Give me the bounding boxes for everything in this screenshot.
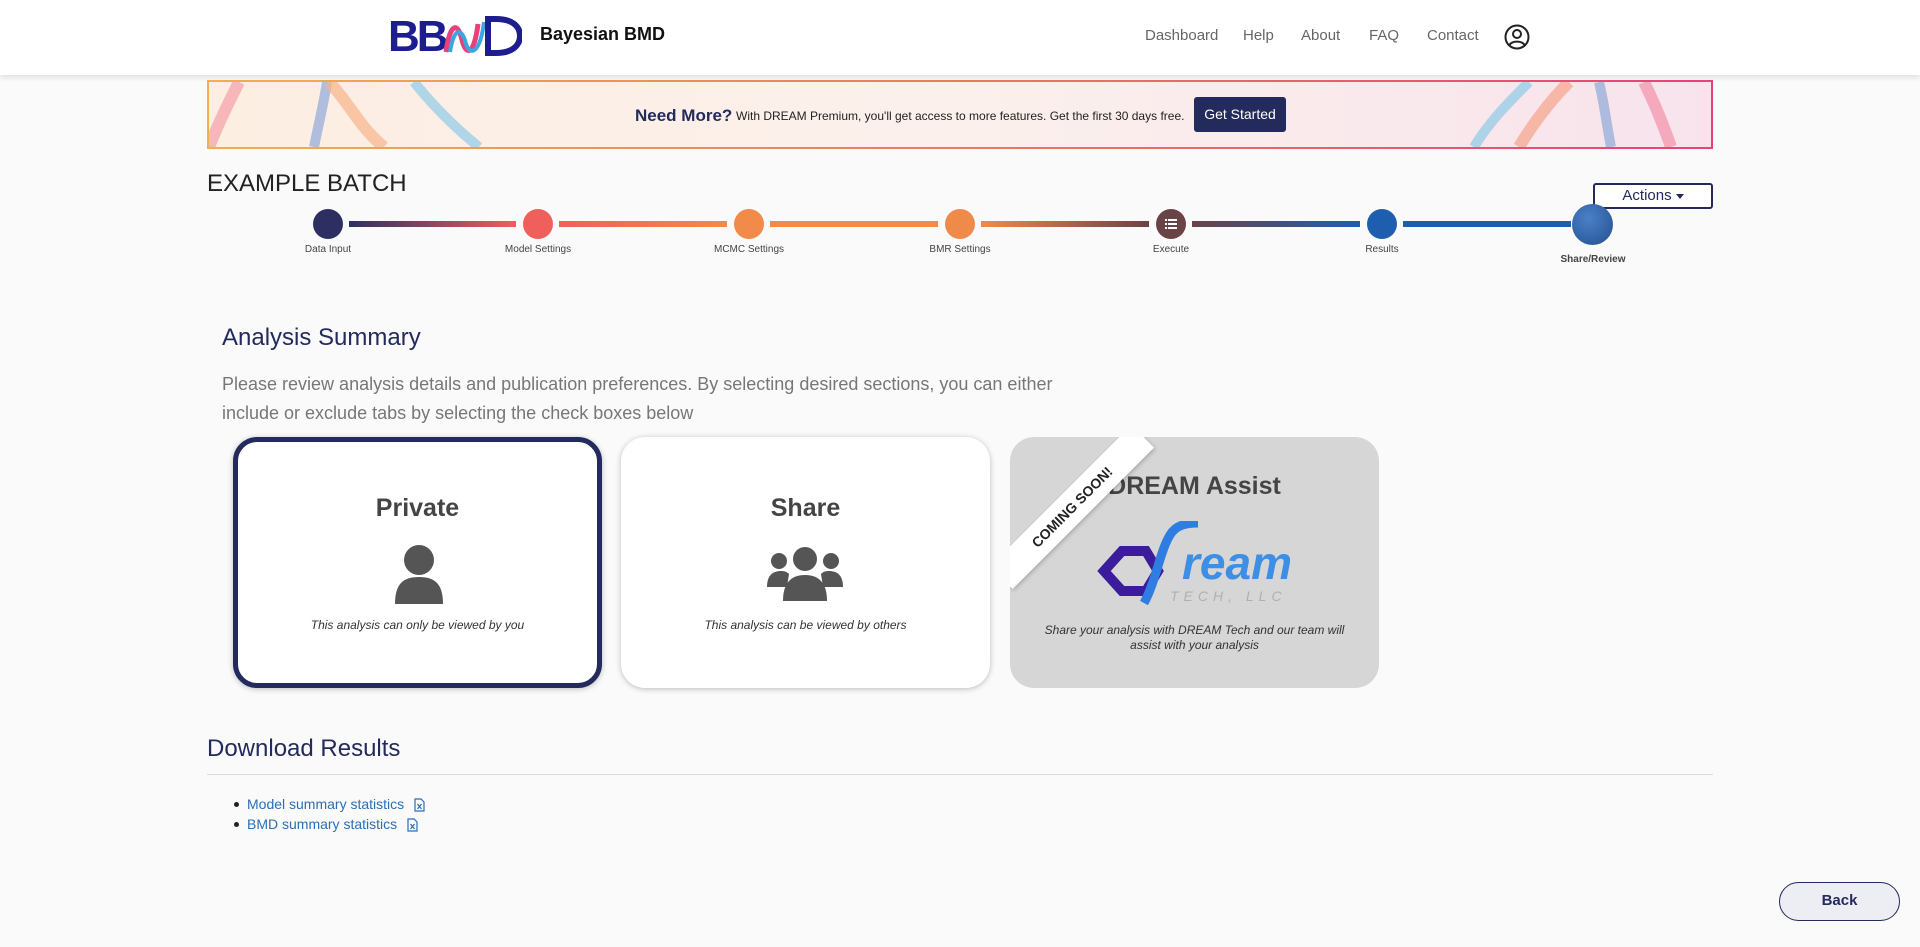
nav-faq[interactable]: FAQ xyxy=(1369,27,1399,44)
back-button[interactable]: Back xyxy=(1779,882,1900,921)
dream-assist-option-card: DREAM Assist COMING SOON! ream TECH, LLC… xyxy=(1010,437,1379,688)
actions-label: Actions xyxy=(1622,187,1672,204)
svg-text:BB: BB xyxy=(388,14,447,56)
get-started-button[interactable]: Get Started xyxy=(1194,97,1286,132)
step-results[interactable] xyxy=(1367,209,1397,239)
dream-tech-logo: ream TECH, LLC xyxy=(1097,521,1292,606)
step-label: Share/Review xyxy=(1560,254,1626,265)
bbmd-logo[interactable]: BB xyxy=(388,14,522,56)
analysis-summary-title: Analysis Summary xyxy=(222,324,421,351)
top-navbar: BB Bayesian BMD Dashboard Help About FAQ… xyxy=(0,0,1920,75)
promo-title: Need More? xyxy=(635,106,733,125)
step-share-review[interactable] xyxy=(1572,204,1613,245)
step-label: Model Settings xyxy=(504,244,572,255)
step-label: Execute xyxy=(1152,244,1190,255)
download-label: Model summary statistics xyxy=(247,796,405,812)
private-option-card[interactable]: Private This analysis can only be viewed… xyxy=(233,437,602,688)
excel-file-icon xyxy=(407,818,418,832)
nav-about[interactable]: About xyxy=(1301,27,1340,44)
card-title: Private xyxy=(375,494,460,522)
bullet xyxy=(234,822,239,827)
step-mcmc-settings[interactable] xyxy=(734,209,764,239)
actions-dropdown-button[interactable]: Actions xyxy=(1593,183,1713,209)
step-connector xyxy=(1403,221,1571,227)
step-label: MCMC Settings xyxy=(713,244,785,255)
divider xyxy=(207,774,1713,775)
analysis-summary-description: Please review analysis details and publi… xyxy=(222,374,1053,423)
bullet xyxy=(234,802,239,807)
download-model-summary-link[interactable]: Model summary statistics xyxy=(234,796,425,812)
logo-wordmark: ream xyxy=(1182,537,1292,589)
promo-text: With DREAM Premium, you'll get access to… xyxy=(736,109,1185,123)
step-data-input[interactable] xyxy=(313,209,343,239)
step-connector xyxy=(1192,221,1360,227)
promo-banner: Need More? With DREAM Premium, you'll ge… xyxy=(207,80,1713,149)
share-option-card[interactable]: Share This analysis can be viewed by oth… xyxy=(621,437,990,688)
caret-down-icon xyxy=(1675,193,1684,199)
step-connector xyxy=(349,221,516,227)
step-execute[interactable] xyxy=(1156,209,1186,239)
download-label: BMD summary statistics xyxy=(247,816,398,832)
app-title: Bayesian BMD xyxy=(540,24,666,44)
step-connector xyxy=(770,221,938,227)
card-description: This analysis can be viewed by others xyxy=(704,618,907,632)
user-circle-icon[interactable] xyxy=(1504,24,1530,50)
download-bmd-summary-link[interactable]: BMD summary statistics xyxy=(234,816,418,832)
step-connector xyxy=(559,221,727,227)
step-model-settings[interactable] xyxy=(523,209,553,239)
nav-contact[interactable]: Contact xyxy=(1427,27,1479,44)
nav-dashboard[interactable]: Dashboard xyxy=(1145,27,1218,44)
nav-help[interactable]: Help xyxy=(1243,27,1274,44)
step-bmr-settings[interactable] xyxy=(945,209,975,239)
step-label: Results xyxy=(1365,244,1399,255)
batch-title: EXAMPLE BATCH xyxy=(207,170,407,197)
users-icon xyxy=(767,547,843,601)
download-results-title: Download Results xyxy=(207,735,401,762)
step-label: BMR Settings xyxy=(929,244,991,255)
step-connector xyxy=(981,221,1149,227)
card-description: This analysis can only be viewed by you xyxy=(310,618,525,632)
user-icon xyxy=(395,545,443,604)
list-icon xyxy=(1165,219,1177,229)
step-label: Data Input xyxy=(304,244,352,255)
card-title: Share xyxy=(770,494,841,522)
card-description: Share your analysis with DREAM Tech and … xyxy=(1044,623,1345,652)
excel-file-icon xyxy=(414,798,425,812)
logo-subtext: TECH, LLC xyxy=(1170,588,1287,604)
